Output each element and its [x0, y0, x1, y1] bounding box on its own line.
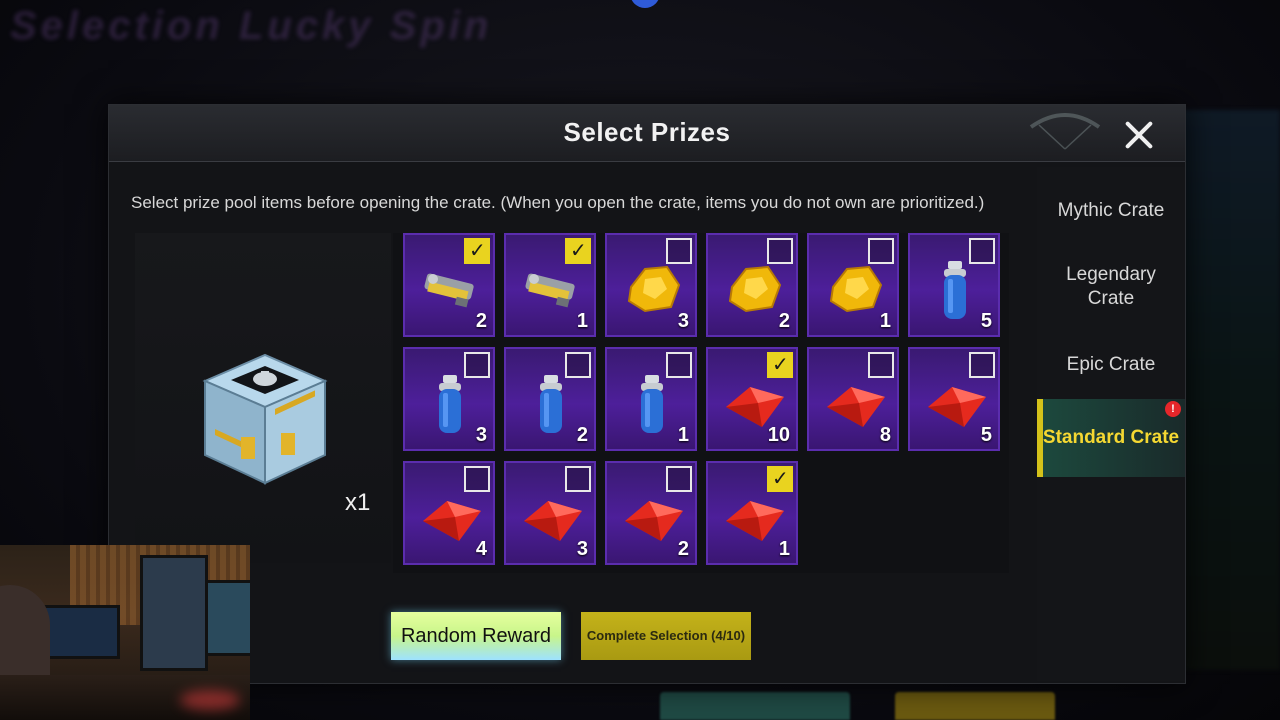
prize-count: 5	[980, 310, 992, 332]
prize-tile[interactable]: ✓ 10	[706, 347, 798, 451]
spray-can-icon	[419, 371, 483, 435]
sidebar-item-mythic-crate[interactable]: Mythic Crate	[1037, 199, 1185, 227]
gun-parts-icon	[419, 257, 483, 321]
crate-quantity: x1	[345, 489, 371, 516]
parachute-decor-icon	[1029, 113, 1101, 150]
gold-nugget-icon	[722, 257, 786, 321]
close-button[interactable]	[1119, 115, 1159, 155]
prize-checkbox[interactable]	[464, 352, 490, 378]
prize-count: 2	[475, 310, 487, 332]
prize-tile[interactable]: ✓ 2	[403, 233, 495, 337]
prize-checkbox[interactable]	[666, 466, 692, 492]
prize-grid: ✓ 2 ✓ 1 3 2 1 5 3 2 1 ✓ 10 8 5 4 3 2 ✓ 1	[393, 233, 1009, 573]
dialog-header: Select Prizes	[109, 105, 1185, 162]
prize-checkbox[interactable]	[969, 238, 995, 264]
prize-checkbox[interactable]	[464, 466, 490, 492]
prize-count: 1	[576, 310, 588, 332]
sidebar-item-label: Legendary Crate	[1066, 264, 1156, 309]
crate-preview-panel: x1	[135, 233, 391, 563]
background-bottom-tile	[895, 692, 1055, 720]
webcam-overlay	[0, 545, 250, 720]
prize-checkbox-checked[interactable]: ✓	[767, 466, 793, 492]
prize-count: 8	[879, 424, 891, 446]
prize-checkbox[interactable]	[565, 352, 591, 378]
prize-checkbox[interactable]	[969, 352, 995, 378]
prize-tile[interactable]: 5	[908, 347, 1000, 451]
checkmark-icon: ✓	[772, 354, 789, 376]
prize-checkbox[interactable]	[666, 238, 692, 264]
prize-count: 3	[576, 538, 588, 560]
prize-tile[interactable]: 5	[908, 233, 1000, 337]
prize-count: 2	[677, 538, 689, 560]
sidebar-item-label: Mythic Crate	[1057, 200, 1165, 221]
prize-checkbox[interactable]	[767, 238, 793, 264]
sidebar-item-legendary-crate[interactable]: Legendary Crate	[1046, 263, 1176, 315]
background-right-panel	[1180, 110, 1280, 670]
select-prizes-dialog: Select Prizes Select prize pool items be…	[108, 104, 1186, 684]
prize-tile[interactable]: 3	[403, 347, 495, 451]
prize-count: 2	[778, 310, 790, 332]
prize-tile[interactable]: 1	[605, 347, 697, 451]
instructions-text: Select prize pool items before opening t…	[131, 193, 985, 212]
prize-tile[interactable]: 4	[403, 461, 495, 565]
spray-can-icon	[924, 257, 988, 321]
prize-count: 1	[778, 538, 790, 560]
prize-count: 1	[879, 310, 891, 332]
prize-checkbox[interactable]	[868, 238, 894, 264]
prize-checkbox[interactable]	[868, 352, 894, 378]
prize-tile[interactable]: 3	[605, 233, 697, 337]
checkmark-icon: ✓	[772, 468, 789, 490]
red-gem-icon	[621, 485, 685, 549]
prize-tile[interactable]: 2	[706, 233, 798, 337]
random-reward-button[interactable]: Random Reward	[391, 612, 561, 660]
background-event-title: Selection Lucky Spin	[10, 4, 493, 48]
red-gem-icon	[924, 371, 988, 435]
prize-checkbox-checked[interactable]: ✓	[565, 238, 591, 264]
red-gem-icon	[823, 371, 887, 435]
webcam-light	[180, 690, 240, 710]
red-gem-icon	[520, 485, 584, 549]
prize-count: 1	[677, 424, 689, 446]
sidebar-item-epic-crate[interactable]: Epic Crate	[1037, 353, 1185, 381]
prize-tile[interactable]: ✓ 1	[504, 233, 596, 337]
sidebar-item-label: Epic Crate	[1066, 354, 1156, 375]
spray-can-icon	[520, 371, 584, 435]
top-indicator-icon	[630, 0, 660, 8]
prize-tile[interactable]: 3	[504, 461, 596, 565]
prize-count: 3	[475, 424, 487, 446]
red-gem-icon	[419, 485, 483, 549]
prize-checkbox-checked[interactable]: ✓	[767, 352, 793, 378]
prize-tile[interactable]: ✓ 1	[706, 461, 798, 565]
spray-can-icon	[621, 371, 685, 435]
sidebar-item-label: Standard Crate	[1042, 427, 1180, 448]
notification-badge: !	[1165, 401, 1181, 417]
prize-tile[interactable]: 1	[807, 233, 899, 337]
prize-checkbox-checked[interactable]: ✓	[464, 238, 490, 264]
gun-parts-icon	[520, 257, 584, 321]
webcam-monitor	[140, 555, 208, 671]
prize-checkbox[interactable]	[565, 466, 591, 492]
checkmark-icon: ✓	[469, 240, 486, 262]
dialog-title: Select Prizes	[563, 117, 731, 147]
prize-count: 3	[677, 310, 689, 332]
prize-checkbox[interactable]	[666, 352, 692, 378]
webcam-monitor	[205, 580, 250, 656]
prize-count: 4	[475, 538, 487, 560]
crate-sidebar: Mythic Crate Legendary Crate Epic Crate …	[1037, 167, 1185, 681]
checkmark-icon: ✓	[570, 240, 587, 262]
prize-count: 5	[980, 424, 992, 446]
red-gem-icon	[722, 485, 786, 549]
prize-count: 10	[767, 424, 790, 446]
gold-nugget-icon	[823, 257, 887, 321]
background-bottom-tile	[660, 692, 850, 720]
complete-selection-button[interactable]: Complete Selection (4/10)	[581, 612, 751, 660]
gold-nugget-icon	[621, 257, 685, 321]
webcam-monitor	[40, 605, 120, 659]
standard-crate-icon	[202, 353, 328, 485]
sidebar-item-standard-crate[interactable]: Standard Crate !	[1037, 399, 1185, 477]
prize-tile[interactable]: 2	[504, 347, 596, 451]
prize-tile[interactable]: 2	[605, 461, 697, 565]
prize-count: 2	[576, 424, 588, 446]
prize-tile[interactable]: 8	[807, 347, 899, 451]
